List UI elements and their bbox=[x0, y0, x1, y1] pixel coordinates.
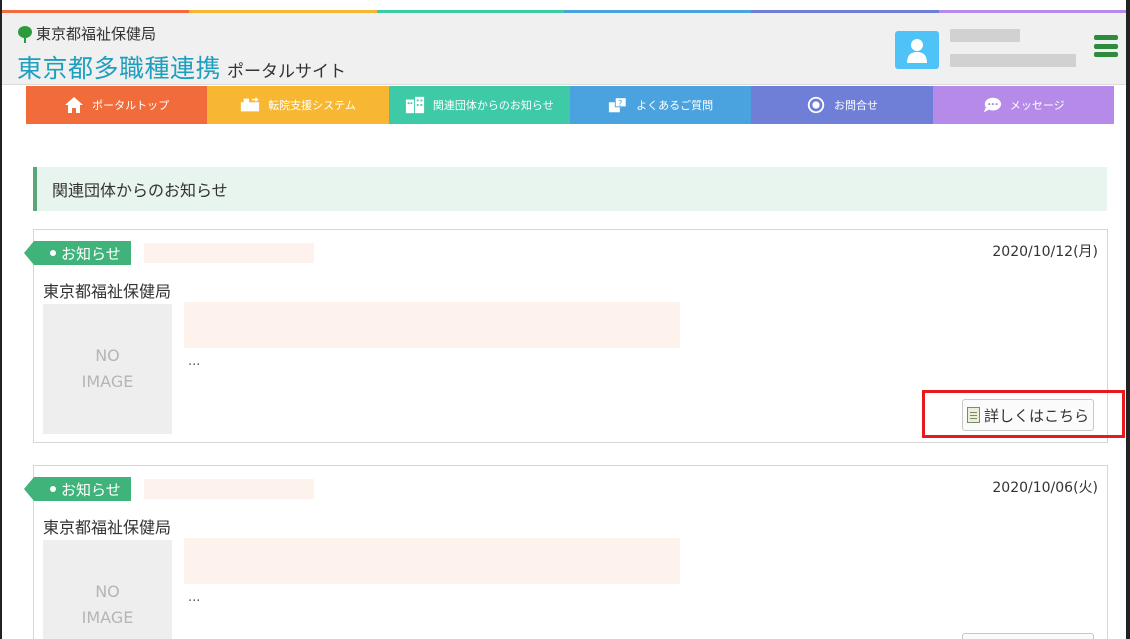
home-icon bbox=[64, 95, 84, 115]
site-title-sub: ポータルサイト bbox=[227, 62, 347, 82]
highlight-box bbox=[922, 390, 1125, 438]
dot-icon bbox=[50, 250, 56, 256]
faq-icon: ? bbox=[608, 95, 628, 115]
menu-button[interactable] bbox=[1094, 35, 1118, 57]
notice-org: 東京都福祉保健局 bbox=[43, 518, 172, 537]
user-avatar[interactable] bbox=[895, 31, 939, 69]
main-nav: ポータルトップ 転院支援システム 関連団体からのお知らせ ? よくあるご質問 お… bbox=[26, 86, 1114, 124]
no-image-placeholder: NO IMAGE bbox=[43, 304, 172, 434]
notice-date: 2020/10/06(火) bbox=[992, 480, 1098, 496]
notice-body-redacted bbox=[184, 538, 680, 584]
user-org-redacted bbox=[950, 54, 1076, 67]
no-image-placeholder: NO IMAGE bbox=[43, 540, 172, 639]
contact-icon bbox=[806, 95, 826, 115]
transfer-icon bbox=[240, 95, 260, 115]
notice-tag: お知らせ bbox=[24, 241, 131, 265]
notice-title-redacted[interactable] bbox=[144, 479, 314, 499]
svg-text:?: ? bbox=[618, 98, 622, 108]
notice-excerpt: ... bbox=[188, 354, 201, 369]
tree-icon bbox=[18, 25, 32, 43]
building-icon bbox=[405, 95, 425, 115]
window-border-left bbox=[0, 0, 2, 639]
nav-message[interactable]: メッセージ bbox=[932, 86, 1114, 124]
nav-faq[interactable]: ? よくあるご質問 bbox=[569, 86, 752, 124]
message-icon bbox=[982, 95, 1002, 115]
dot-icon bbox=[50, 486, 56, 492]
site-header: 東京都福祉保健局 東京都多職種連携 ポータルサイト bbox=[2, 13, 1126, 85]
user-name-redacted bbox=[950, 29, 1020, 42]
nav-related-notices[interactable]: 関連団体からのお知らせ bbox=[388, 86, 570, 124]
org-name[interactable]: 東京都福祉保健局 bbox=[17, 23, 156, 44]
notice-org: 東京都福祉保健局 bbox=[43, 282, 172, 301]
section-heading: 関連団体からのお知らせ bbox=[33, 167, 1107, 211]
nav-transfer-system[interactable]: 転院支援システム bbox=[207, 86, 389, 124]
notice-card: お知らせ 2020/10/06(火) 東京都福祉保健局 NO IMAGE ... bbox=[24, 465, 1108, 639]
details-button[interactable] bbox=[962, 633, 1094, 639]
user-icon bbox=[907, 39, 927, 63]
notice-excerpt: ... bbox=[188, 590, 201, 605]
window-border-right bbox=[1126, 0, 1130, 639]
nav-portal-top[interactable]: ポータルトップ bbox=[26, 86, 208, 124]
notice-date: 2020/10/12(月) bbox=[992, 244, 1098, 260]
notice-body-redacted bbox=[184, 302, 680, 348]
site-title[interactable]: 東京都多職種連携 ポータルサイト bbox=[17, 49, 346, 85]
notice-tag: お知らせ bbox=[24, 477, 131, 501]
nav-contact[interactable]: お問合せ bbox=[751, 86, 933, 124]
site-title-main: 東京都多職種連携 bbox=[17, 54, 222, 83]
notice-title-redacted[interactable] bbox=[144, 243, 314, 263]
